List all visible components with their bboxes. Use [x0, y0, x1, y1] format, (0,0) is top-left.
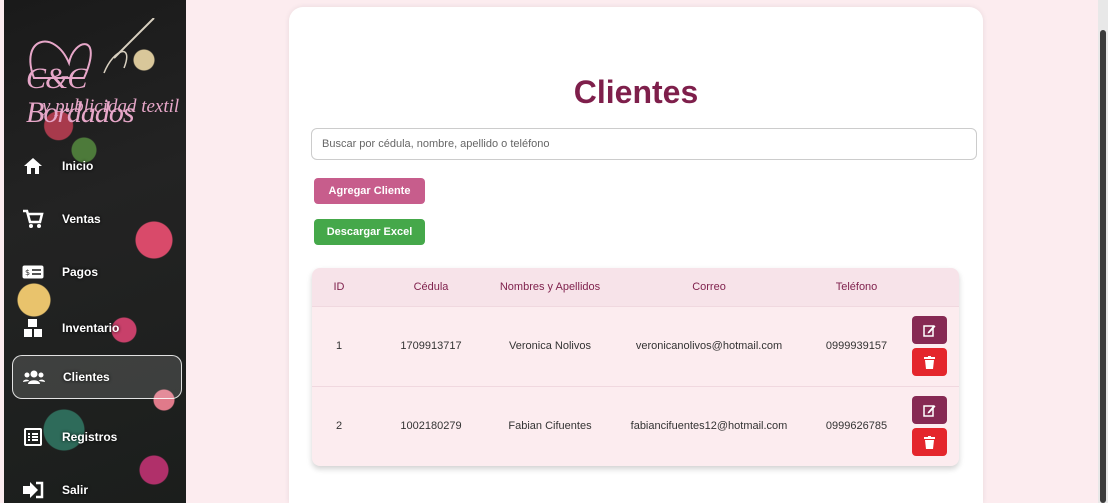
sidebar-item-registros[interactable]: Registros: [12, 415, 182, 459]
trash-icon: [923, 355, 935, 369]
column-header-nombre: Nombres y Apellidos: [496, 268, 604, 306]
main-card: Clientes Agregar Cliente Descargar Excel…: [289, 7, 983, 503]
table-header-row: ID Cédula Nombres y Apellidos Correo Tel…: [312, 268, 959, 306]
sidebar-item-label: Salir: [62, 483, 89, 497]
cell-cedula: 1709913717: [366, 305, 496, 386]
sidebar-item-clientes[interactable]: Clientes: [12, 355, 182, 399]
cell-id: 2: [312, 385, 366, 466]
brand-tagline: y publicidad textil: [42, 96, 180, 117]
cell-actions: [899, 305, 959, 386]
sidebar-item-label: Inicio: [62, 159, 94, 173]
search-input[interactable]: [311, 128, 977, 160]
column-header-telefono: Teléfono: [814, 268, 899, 306]
column-header-cedula: Cédula: [366, 268, 496, 306]
brand-logo: C&C Bordados y publicidad textil: [14, 18, 184, 129]
cell-cedula: 1002180279: [366, 385, 496, 466]
sidebar-item-inventario[interactable]: Inventario: [12, 306, 182, 350]
boxes-icon: [22, 317, 44, 339]
cell-correo: fabiancifuentes12@hotmail.com: [604, 385, 814, 466]
column-header-actions: [899, 268, 959, 306]
sidebar-item-pagos[interactable]: $ Pagos: [12, 250, 182, 294]
delete-button[interactable]: [911, 428, 947, 457]
svg-text:$: $: [25, 268, 30, 277]
sidebar-item-salir[interactable]: Salir: [12, 468, 182, 503]
cart-icon: [22, 208, 44, 230]
table-row: 2 1002180279 Fabian Cifuentes fabiancifu…: [312, 385, 959, 466]
column-header-correo: Correo: [604, 268, 814, 306]
cell-actions: [899, 385, 959, 466]
home-icon: [22, 155, 44, 177]
money-icon: $: [22, 261, 44, 283]
cell-id: 1: [312, 305, 366, 386]
download-excel-button[interactable]: Descargar Excel: [314, 219, 425, 245]
cell-correo: veronicanolivos@hotmail.com: [604, 305, 814, 386]
list-icon: [22, 426, 44, 448]
edit-icon: [922, 324, 935, 337]
logout-icon: [22, 479, 44, 501]
cell-telefono: 0999626785: [814, 385, 899, 466]
cell-nombre: Veronica Nolivos: [496, 305, 604, 386]
table-row: 1 1709913717 Veronica Nolivos veronicano…: [312, 305, 959, 386]
sidebar-item-label: Inventario: [62, 321, 120, 335]
add-client-button[interactable]: Agregar Cliente: [314, 178, 425, 204]
trash-icon: [923, 435, 935, 449]
sidebar: C&C Bordados y publicidad textil Inicio …: [4, 0, 186, 503]
column-header-id: ID: [312, 268, 366, 306]
sidebar-item-inicio[interactable]: Inicio: [12, 144, 182, 188]
cell-telefono: 0999939157: [814, 305, 899, 386]
page-title: Clientes: [573, 74, 699, 110]
delete-button[interactable]: [911, 348, 947, 376]
sidebar-item-ventas[interactable]: Ventas: [12, 197, 182, 241]
scrollbar-thumb[interactable]: [1100, 30, 1106, 503]
sidebar-item-label: Pagos: [62, 265, 99, 279]
edit-button[interactable]: [911, 316, 947, 344]
page-scrollbar[interactable]: [1098, 0, 1108, 503]
sidebar-item-label: Registros: [62, 430, 118, 444]
edit-icon: [922, 404, 935, 417]
cell-nombre: Fabian Cifuentes: [496, 385, 604, 466]
users-icon: [23, 366, 45, 388]
clients-table: ID Cédula Nombres y Apellidos Correo Tel…: [312, 268, 959, 466]
edit-button[interactable]: [911, 396, 947, 425]
sidebar-item-label: Clientes: [63, 370, 110, 384]
sidebar-item-label: Ventas: [62, 212, 101, 226]
